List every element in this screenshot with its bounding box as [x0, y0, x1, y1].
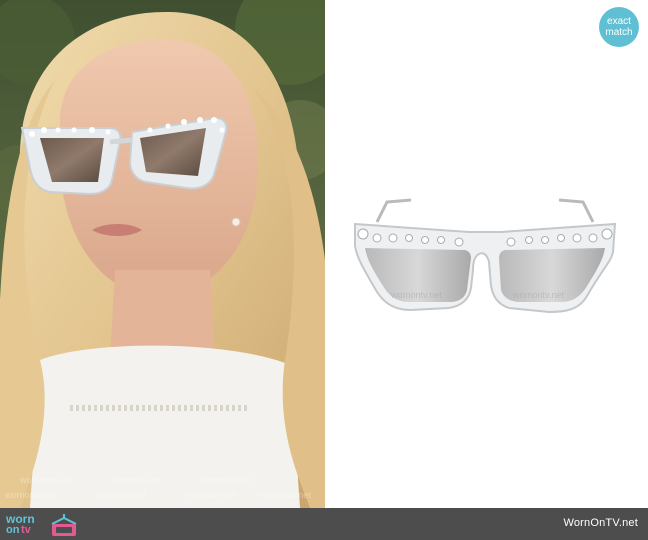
watermark: wornontv.net — [110, 475, 161, 485]
badge-line-2: match — [605, 27, 633, 38]
wornontv-logo[interactable]: worn on tv — [6, 510, 86, 538]
watermark: wornontv.net — [20, 475, 71, 485]
watermark: wornontv.net — [391, 290, 442, 300]
sunglasses-product-icon[interactable] — [325, 0, 648, 508]
tv-hanger-icon — [51, 514, 77, 536]
exact-match-badge: exact match — [599, 7, 639, 47]
logo-on-text: on — [6, 524, 20, 536]
outfit-photo: wornontv.net wornontv.net wornontv.net w… — [0, 0, 325, 508]
watermark: wornontv.net — [260, 490, 311, 500]
footer-bar: worn on tv WornOnTV.net — [0, 508, 648, 540]
product-panel[interactable]: wornontv.net wornontv.net — [325, 0, 648, 508]
woman-photo-illustration — [0, 0, 325, 508]
logo-tv-text: tv — [21, 524, 31, 536]
site-name[interactable]: WornOnTV.net — [563, 517, 638, 529]
watermark: wornontv.net — [513, 290, 564, 300]
watermark: wornontv.net — [95, 490, 146, 500]
watermark: wornontv.net — [185, 490, 236, 500]
watermark: wornontv.net — [200, 475, 251, 485]
watermark: wornontv.net — [5, 490, 56, 500]
badge-line-1: exact — [607, 16, 631, 27]
